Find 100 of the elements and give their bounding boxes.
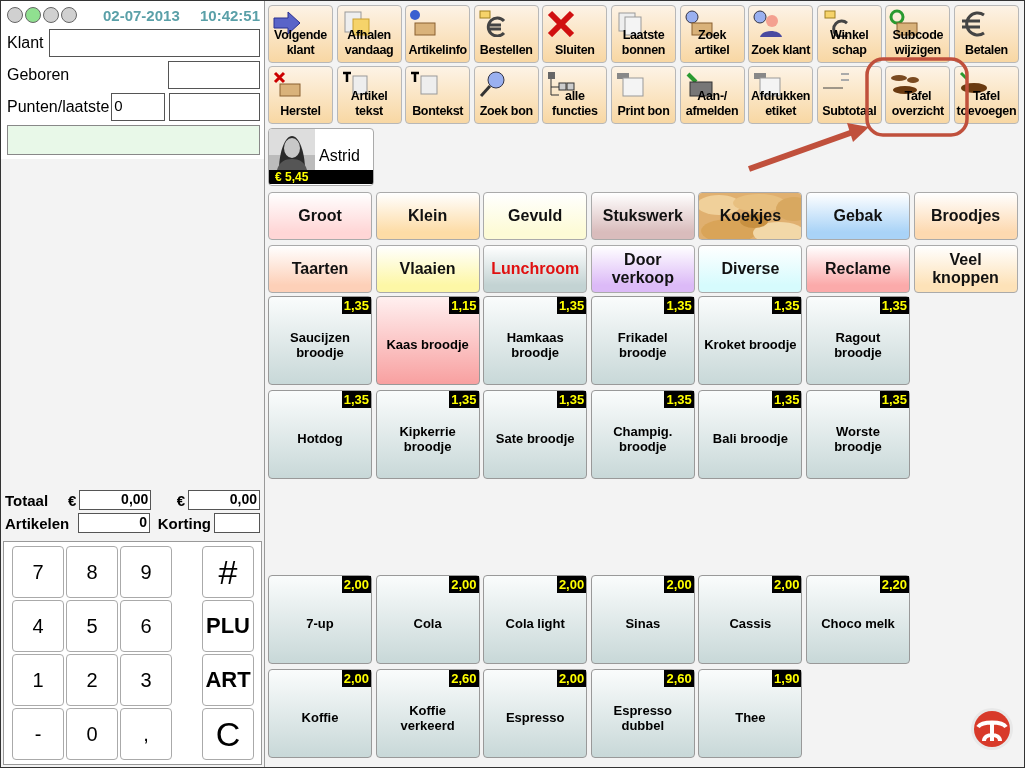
product-button[interactable]: 1,35 Ragout broodje — [805, 296, 910, 385]
category-button[interactable]: Broodjes — [913, 192, 1018, 240]
keypad-key[interactable]: # — [202, 546, 254, 598]
category-button[interactable]: Veel knoppen — [913, 245, 1018, 293]
toolbar-button[interactable]: Print bon — [610, 66, 676, 124]
input-field[interactable] — [169, 93, 260, 121]
price-badge: 1,35 — [664, 391, 694, 408]
category-button[interactable]: Gebak — [805, 192, 910, 240]
product-button[interactable]: 2,60 Espresso dubbel — [590, 669, 695, 758]
items-label: Artikelen — [5, 514, 71, 532]
amount-field: 0,00 — [188, 490, 260, 510]
toolbar-button[interactable]: Laatste bonnen — [610, 5, 676, 63]
price-badge: 2,00 — [556, 576, 587, 593]
product-button[interactable]: 2,00 Espresso — [483, 669, 588, 758]
product-button[interactable]: 1,35 Kipkerrie broodje — [375, 390, 480, 479]
field-label: Punten/laatste — [7, 98, 110, 116]
product-button[interactable]: 1,15 Kaas broodje — [375, 296, 480, 385]
totals-label: Totaal — [5, 491, 50, 509]
category-button[interactable]: Lunchroom — [483, 245, 588, 293]
product-button[interactable]: 1,35 Frikadel broodje — [590, 296, 695, 385]
toolbar-button[interactable]: Betalen — [953, 5, 1019, 63]
product-button[interactable]: 1,90 Thee — [698, 669, 803, 758]
category-button[interactable]: Reclame — [805, 245, 910, 293]
toolbar-button[interactable]: Zoek artikel — [679, 5, 745, 63]
input-field[interactable] — [168, 61, 260, 89]
discount-label: Korting — [157, 514, 211, 532]
keypad-key[interactable]: 4 — [12, 600, 64, 652]
discount-field[interactable] — [214, 513, 260, 533]
product-button[interactable]: 1,35 Hamkaas broodje — [483, 296, 588, 385]
category-button[interactable]: Diverse — [698, 245, 803, 293]
keypad-key[interactable]: C — [202, 708, 254, 760]
toolbar-button[interactable]: Artikel tekst — [336, 66, 402, 124]
product-button[interactable]: 1,35 Champig. broodje — [590, 390, 695, 479]
category-button[interactable]: Stukswerk — [590, 192, 695, 240]
price-badge: 1,35 — [341, 297, 371, 314]
toolbar-button[interactable]: Artikelinfo — [405, 5, 471, 63]
toolbar-button[interactable]: Herstel — [268, 66, 333, 124]
person-icon — [752, 9, 783, 37]
category-button[interactable]: Koekjes — [698, 192, 803, 240]
input-field[interactable]: 0 — [111, 93, 166, 121]
product-button[interactable]: 2,60 Koffie verkeerd — [375, 669, 480, 758]
keypad-key[interactable]: 6 — [120, 600, 172, 652]
product-button[interactable]: 1,35 Saucijzen broodje — [268, 296, 372, 385]
toolbar-button[interactable]: Afdrukken etiket — [748, 66, 814, 124]
price-badge: 2,20 — [879, 576, 909, 593]
product-button[interactable]: 1,35 Kroket broodje — [698, 296, 803, 385]
keypad-key[interactable]: 0 — [66, 708, 118, 760]
toolbar-button[interactable]: Sluiten — [542, 5, 608, 63]
price-badge: 1,35 — [879, 297, 909, 314]
product-button[interactable]: 2,00 7-up — [268, 575, 372, 664]
product-button[interactable]: 1,35 Sate broodje — [483, 390, 588, 479]
category-button[interactable]: Groot — [268, 192, 372, 240]
toolbar-button[interactable]: Aan-/ afmelden — [679, 66, 745, 124]
toolbar-button[interactable]: Zoek bon — [473, 66, 539, 124]
keypad-key[interactable]: 1 — [12, 654, 64, 706]
price-badge: 1,90 — [772, 670, 802, 687]
product-button[interactable]: 2,00 Cola — [375, 575, 480, 664]
price-badge: 1,35 — [664, 297, 694, 314]
toolbar-button[interactable]: Subcode wijzigen — [885, 5, 951, 63]
toolbar-button[interactable]: alle functies — [542, 66, 608, 124]
toolbar-button[interactable]: Zoek klant — [748, 5, 814, 63]
price-badge: 2,60 — [664, 670, 694, 687]
product-button[interactable]: 2,00 Koffie — [268, 669, 372, 758]
operator-card[interactable]: Astrid € 5,45 — [268, 128, 374, 186]
keypad-key[interactable]: 3 — [120, 654, 172, 706]
keypad-key[interactable]: - — [12, 708, 64, 760]
input-field[interactable] — [49, 29, 260, 57]
keypad-key[interactable]: , — [120, 708, 172, 760]
product-button[interactable]: 2,20 Choco melk — [805, 575, 910, 664]
price-badge: 2,00 — [341, 576, 371, 593]
toolbar-button[interactable]: Bontekst — [405, 66, 471, 124]
category-button[interactable]: Door verkoop — [590, 245, 695, 293]
price-badge: 1,35 — [341, 391, 371, 408]
toolbar-button[interactable]: Bestellen — [473, 5, 539, 63]
keypad-key[interactable]: ART — [202, 654, 254, 706]
category-button[interactable]: Vlaaien — [375, 245, 480, 293]
toolbar-button[interactable]: Volgende klant — [268, 5, 333, 63]
price-badge: 2,00 — [341, 670, 371, 687]
document-icon — [409, 70, 440, 98]
product-button[interactable]: 2,00 Sinas — [590, 575, 695, 664]
toolbar-button[interactable]: Winkel schap — [816, 5, 882, 63]
keypad-key[interactable]: 8 — [66, 546, 118, 598]
search-icon — [477, 70, 508, 98]
currency-label: € — [176, 491, 185, 509]
product-button[interactable]: 2,00 Cassis — [698, 575, 803, 664]
toolbar-button[interactable]: Tafel overzicht — [885, 66, 951, 124]
product-button[interactable]: 1,35 Bali broodje — [698, 390, 803, 479]
category-button[interactable]: Gevuld — [483, 192, 588, 240]
category-button[interactable]: Taarten — [268, 245, 372, 293]
keypad-key[interactable]: 9 — [120, 546, 172, 598]
toolbar-button[interactable]: Afhalen vandaag — [336, 5, 402, 63]
keypad-key[interactable]: 2 — [66, 654, 118, 706]
keypad-key[interactable]: 5 — [66, 600, 118, 652]
category-button[interactable]: Klein — [375, 192, 480, 240]
keypad-key[interactable]: 7 — [12, 546, 64, 598]
product-button[interactable]: 1,35 Worste broodje — [805, 390, 910, 479]
product-button[interactable]: 2,00 Cola light — [483, 575, 588, 664]
product-button[interactable]: 1,35 Hotdog — [268, 390, 372, 479]
price-badge: 2,60 — [449, 670, 479, 687]
keypad-key[interactable]: PLU — [202, 600, 254, 652]
